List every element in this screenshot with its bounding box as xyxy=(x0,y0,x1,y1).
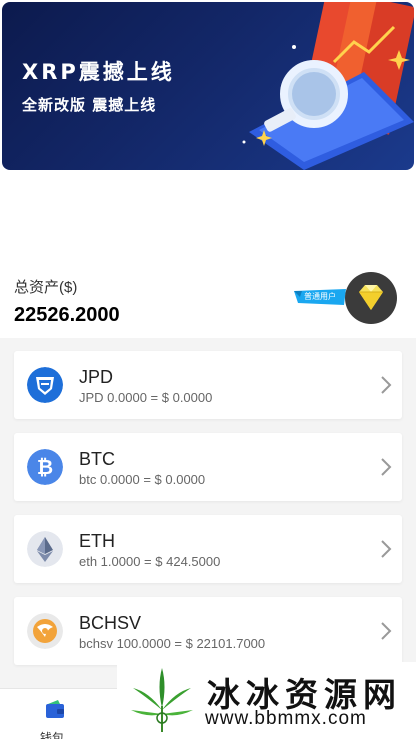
bitcoin-icon: ₿ xyxy=(27,449,63,485)
chevron-right-icon xyxy=(381,376,392,394)
promo-banner[interactable]: XRP震撼上线 全新改版 震撼上线 xyxy=(2,2,414,170)
asset-detail: btc 0.0000 = $ 0.0000 xyxy=(79,472,206,487)
asset-detail: eth 1.0000 = $ 424.5000 xyxy=(79,554,221,569)
asset-card-btc[interactable]: ₿ BTC btc 0.0000 = $ 0.0000 xyxy=(14,433,402,501)
asset-name: ETH xyxy=(79,531,115,551)
jpd-shield-icon xyxy=(27,367,63,403)
account-summary: 总资产($) 22526.2000 普通用户 xyxy=(0,172,416,338)
total-assets-label: 总资产($) xyxy=(14,279,78,296)
nav-tab-wallet[interactable]: 钱包 xyxy=(30,697,80,739)
user-level-tag: 普通用户 xyxy=(294,289,346,305)
chevron-right-icon xyxy=(381,458,392,476)
asset-card-jpd[interactable]: JPD JPD 0.0000 = $ 0.0000 xyxy=(14,351,402,419)
chevron-right-icon xyxy=(381,540,392,558)
asset-detail: bchsv 100.0000 = $ 22101.7000 xyxy=(79,636,266,651)
magnifier-phone-illustration-icon xyxy=(242,2,414,170)
asset-card-eth[interactable]: ETH eth 1.0000 = $ 424.5000 xyxy=(14,515,402,583)
diamond-icon xyxy=(359,285,383,310)
leaf-logo-icon xyxy=(131,668,193,732)
site-watermark: 冰冰资源网 www.bbmmx.com xyxy=(117,662,416,739)
asset-name: BTC xyxy=(79,449,115,469)
svg-text:₿: ₿ xyxy=(37,455,53,479)
banner-subtitle: 全新改版 震撼上线 xyxy=(22,96,157,114)
banner-container: XRP震撼上线 全新改版 震撼上线 xyxy=(0,0,416,172)
asset-name: BCHSV xyxy=(79,613,142,633)
asset-name: JPD xyxy=(79,367,114,387)
asset-card-bchsv[interactable]: BCHSV bchsv 100.0000 = $ 22101.7000 xyxy=(14,597,402,665)
watermark-url: www.bbmmx.com xyxy=(205,708,367,729)
total-assets-value: 22526.2000 xyxy=(14,304,120,326)
banner-title: XRP震撼上线 xyxy=(22,60,175,84)
wallet-page: XRP震撼上线 全新改版 震撼上线 总资产($) 22526.2000 普通用户 xyxy=(0,0,416,739)
asset-detail: JPD 0.0000 = $ 0.0000 xyxy=(79,390,213,405)
wallet-icon xyxy=(46,700,64,718)
user-level-label: 普通用户 xyxy=(304,292,336,301)
nav-wallet-label: 钱包 xyxy=(40,731,65,739)
vip-badge[interactable] xyxy=(345,272,397,324)
bchsv-icon xyxy=(27,613,63,649)
chevron-right-icon xyxy=(381,622,392,640)
ethereum-icon xyxy=(27,531,63,567)
